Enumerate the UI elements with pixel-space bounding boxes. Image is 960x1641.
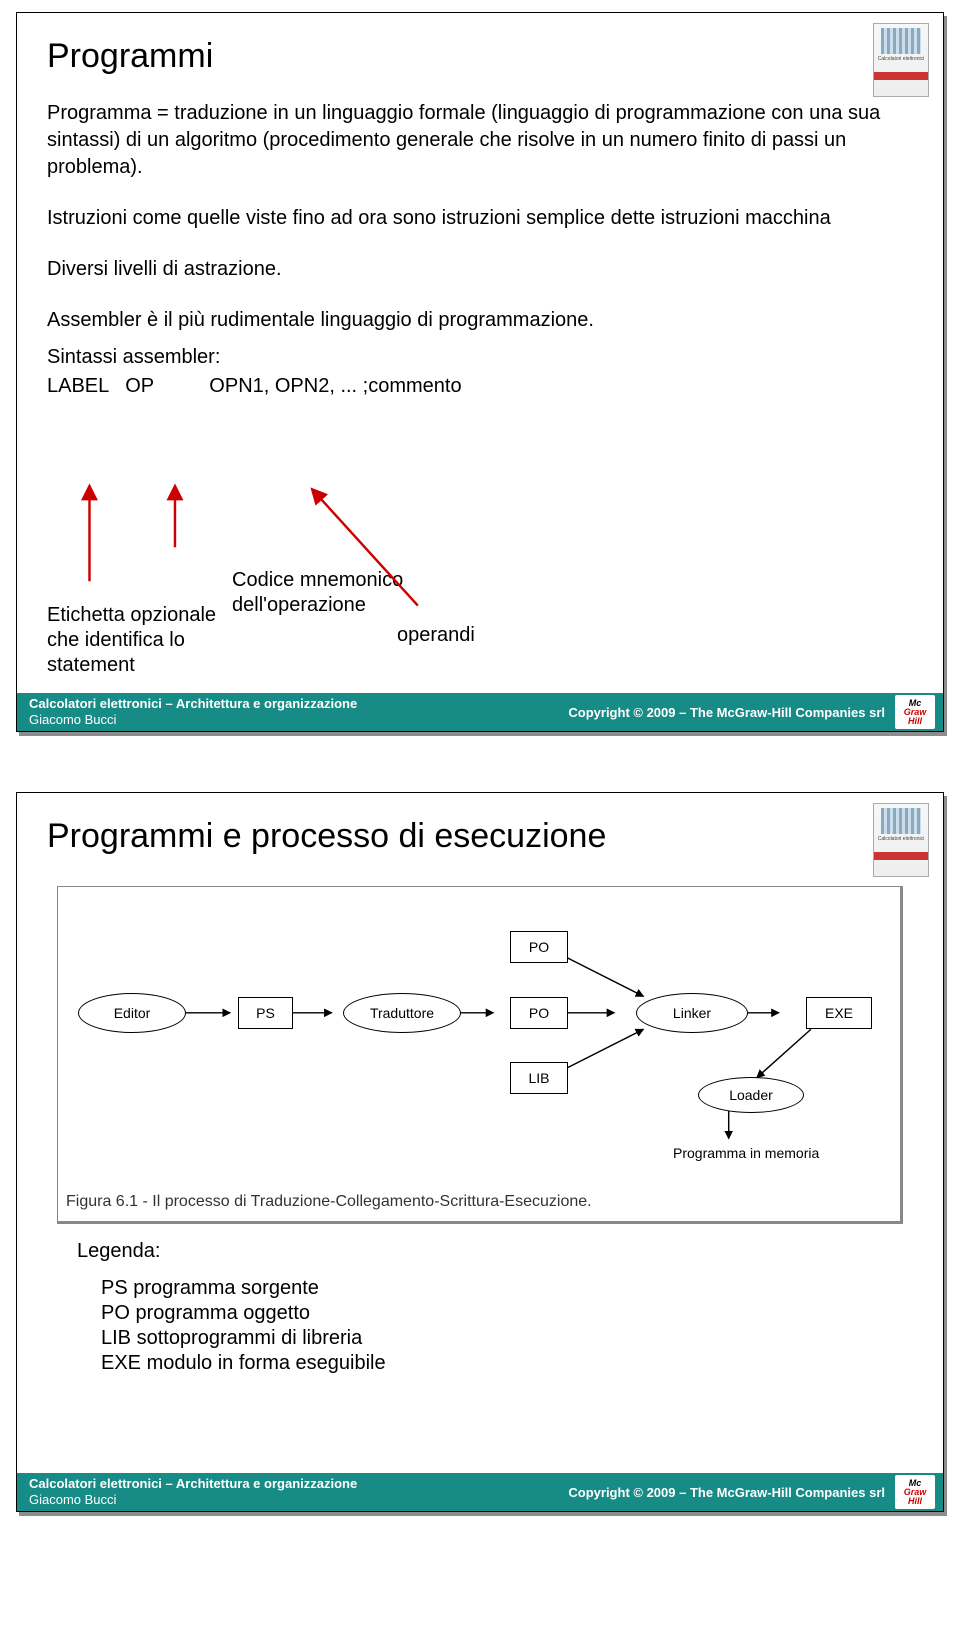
diagram-arrows-svg: [58, 887, 900, 1187]
slide1-p5: Sintassi assembler:: [47, 344, 913, 371]
legend: Legenda: PS programma sorgente PO progra…: [77, 1240, 883, 1375]
node-po-top: PO: [510, 931, 568, 963]
slide1-p3: Diversi livelli di astrazione.: [47, 256, 913, 283]
footer-line1: Calcolatori elettronici – Architettura e…: [29, 696, 357, 711]
slide-programmi: Calcolatori elettronici Programmi Progra…: [16, 12, 944, 732]
slide2-title: Programmi e processo di esecuzione: [47, 817, 913, 856]
annotation-etichetta: Etichetta opzionale che identifica lo st…: [47, 603, 216, 678]
slide1-title: Programmi: [47, 37, 913, 76]
footer-copyright: Copyright © 2009 – The McGraw-Hill Compa…: [568, 1485, 885, 1500]
diagram: Editor PS Traduttore PO PO LIB Linker EX…: [58, 887, 900, 1187]
node-loader: Loader: [698, 1077, 804, 1113]
node-linker: Linker: [636, 993, 748, 1033]
node-ps: PS: [238, 997, 293, 1029]
footer-line2: Giacomo Bucci: [29, 712, 116, 727]
node-po-mid: PO: [510, 997, 568, 1029]
node-exe: EXE: [806, 997, 872, 1029]
mcgraw-hill-logo-icon: McGrawHill: [895, 695, 935, 729]
slide1-p4: Assembler è il più rudimentale linguaggi…: [47, 307, 913, 334]
book-thumb-icon: Calcolatori elettronici: [873, 23, 929, 97]
figure-caption: Figura 6.1 - Il processo di Traduzione-C…: [58, 1187, 900, 1221]
slide1-footer: Calcolatori elettronici – Architettura e…: [17, 693, 943, 731]
node-traduttore: Traduttore: [343, 993, 461, 1033]
diagram-box: Editor PS Traduttore PO PO LIB Linker EX…: [57, 886, 903, 1224]
annotation-operandi: operandi: [397, 623, 475, 648]
footer-line2: Giacomo Bucci: [29, 1492, 116, 1507]
legend-item: PO programma oggetto: [101, 1302, 883, 1325]
legend-item: EXE modulo in forma eseguibile: [101, 1352, 883, 1375]
annotation-mnemonico: Codice mnemonico dell'operazione: [232, 568, 403, 618]
node-lib: LIB: [510, 1062, 568, 1094]
footer-copyright: Copyright © 2009 – The McGraw-Hill Compa…: [568, 705, 885, 720]
slide2-footer: Calcolatori elettronici – Architettura e…: [17, 1473, 943, 1511]
footer-line1: Calcolatori elettronici – Architettura e…: [29, 1476, 357, 1491]
slide-processo: Calcolatori elettronici Programmi e proc…: [16, 792, 944, 1512]
slide1-p1: Programma = traduzione in un linguaggio …: [47, 100, 913, 181]
node-editor: Editor: [78, 993, 186, 1033]
book-thumb-icon: Calcolatori elettronici: [873, 803, 929, 877]
slide1-p2: Istruzioni come quelle viste fino ad ora…: [47, 205, 913, 232]
node-memoria: Programma in memoria: [673, 1145, 819, 1161]
mcgraw-hill-logo-icon: McGrawHill: [895, 1475, 935, 1509]
legend-item: LIB sottoprogrammi di libreria: [101, 1327, 883, 1350]
legend-item: PS programma sorgente: [101, 1277, 883, 1300]
slide1-syntax: LABEL OP OPN1, OPN2, ... ;commento: [47, 373, 913, 400]
legend-title: Legenda:: [77, 1240, 883, 1263]
